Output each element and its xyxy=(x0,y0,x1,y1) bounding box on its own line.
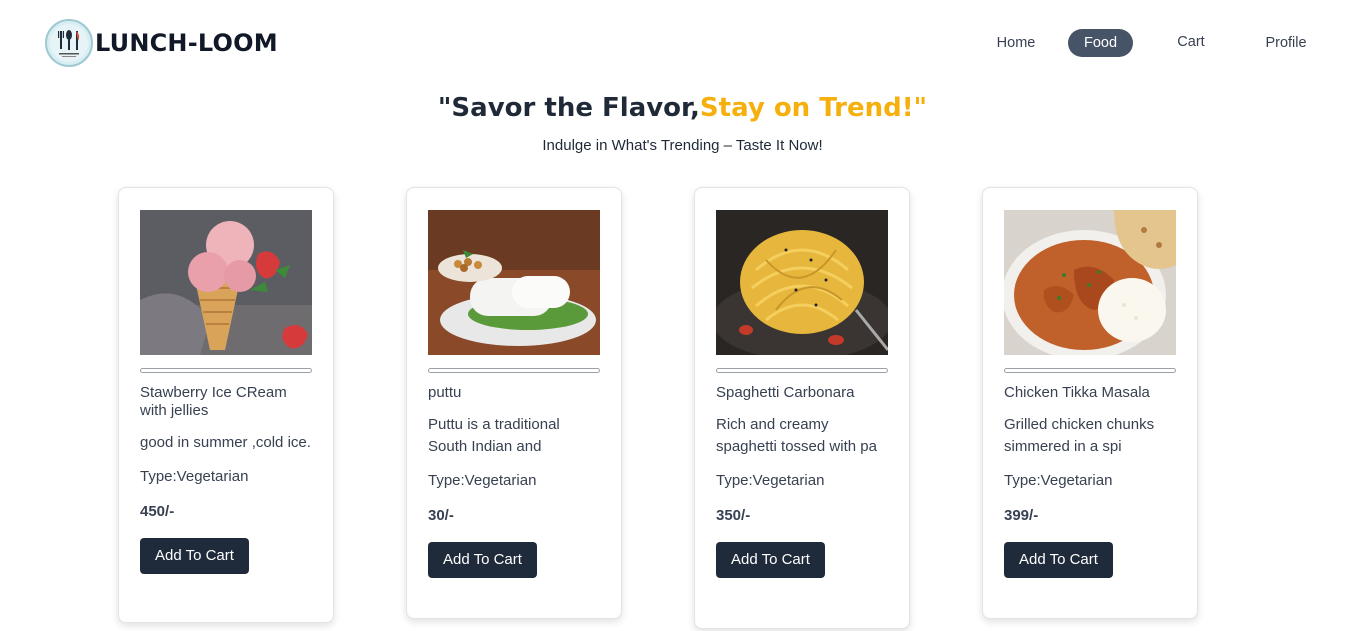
strawberry-ice-cream-image xyxy=(140,210,312,355)
card-divider xyxy=(1004,368,1176,373)
add-to-cart-button[interactable]: Add To Cart xyxy=(428,542,537,578)
food-card: puttu Puttu is a traditional South India… xyxy=(406,187,622,619)
add-to-cart-button[interactable]: Add To Cart xyxy=(1004,542,1113,578)
nav-cart[interactable]: Cart xyxy=(1161,28,1221,56)
nav-food[interactable]: Food xyxy=(1068,29,1133,57)
fork-knife-logo-icon xyxy=(45,19,93,67)
card-type: Type:Vegetarian xyxy=(716,472,825,489)
card-description: Grilled chicken chunks simmered in a spi xyxy=(1004,416,1155,455)
hero-title: "Savor the Flavor,Stay on Trend!" xyxy=(0,93,1365,123)
card-title: Spaghetti Carbonara xyxy=(716,384,855,401)
brand-name: LUNCH-LOOM xyxy=(95,29,278,57)
card-title: puttu xyxy=(428,384,462,401)
puttu-image xyxy=(428,210,600,355)
page: LUNCH-LOOM Home Food Cart Profile "Savor… xyxy=(0,0,1365,631)
card-description: Puttu is a traditional South Indian and xyxy=(428,416,560,455)
nav-profile[interactable]: Profile xyxy=(1251,29,1321,57)
food-card: Spaghetti Carbonara Rich and creamy spag… xyxy=(694,187,910,629)
card-type: Type:Vegetarian xyxy=(1004,472,1113,489)
card-price: 30/- xyxy=(428,507,454,524)
card-divider xyxy=(716,368,888,373)
card-title: Chicken Tikka Masala xyxy=(1004,384,1150,401)
hero-title-accent: Stay on Trend!" xyxy=(699,93,928,123)
nav-home[interactable]: Home xyxy=(981,29,1051,57)
add-to-cart-button[interactable]: Add To Cart xyxy=(716,542,825,578)
card-description: good in summer ,cold ice. xyxy=(140,434,311,451)
card-type: Type:Vegetarian xyxy=(140,468,249,485)
card-divider xyxy=(140,368,312,373)
card-type: Type:Vegetarian xyxy=(428,472,537,489)
card-price: 450/- xyxy=(140,503,175,520)
card-divider xyxy=(428,368,600,373)
add-to-cart-button[interactable]: Add To Cart xyxy=(140,538,249,574)
hero-title-part1: "Savor the Flavor, xyxy=(437,93,700,123)
food-card: Chicken Tikka Masala Grilled chicken chu… xyxy=(982,187,1198,619)
chicken-tikka-image xyxy=(1004,210,1176,355)
food-card: Stawberry Ice CReam with jellies good in… xyxy=(118,187,334,623)
brand[interactable]: LUNCH-LOOM xyxy=(45,19,278,67)
spaghetti-image xyxy=(716,210,888,355)
hero-subtitle: Indulge in What's Trending – Taste It No… xyxy=(542,137,823,154)
card-price: 350/- xyxy=(716,507,751,524)
card-description: Rich and creamy spaghetti tossed with pa xyxy=(716,416,877,455)
header: LUNCH-LOOM Home Food Cart Profile xyxy=(0,0,1365,88)
card-title: Stawberry Ice CReam with jellies xyxy=(140,384,287,419)
card-price: 399/- xyxy=(1004,507,1039,524)
